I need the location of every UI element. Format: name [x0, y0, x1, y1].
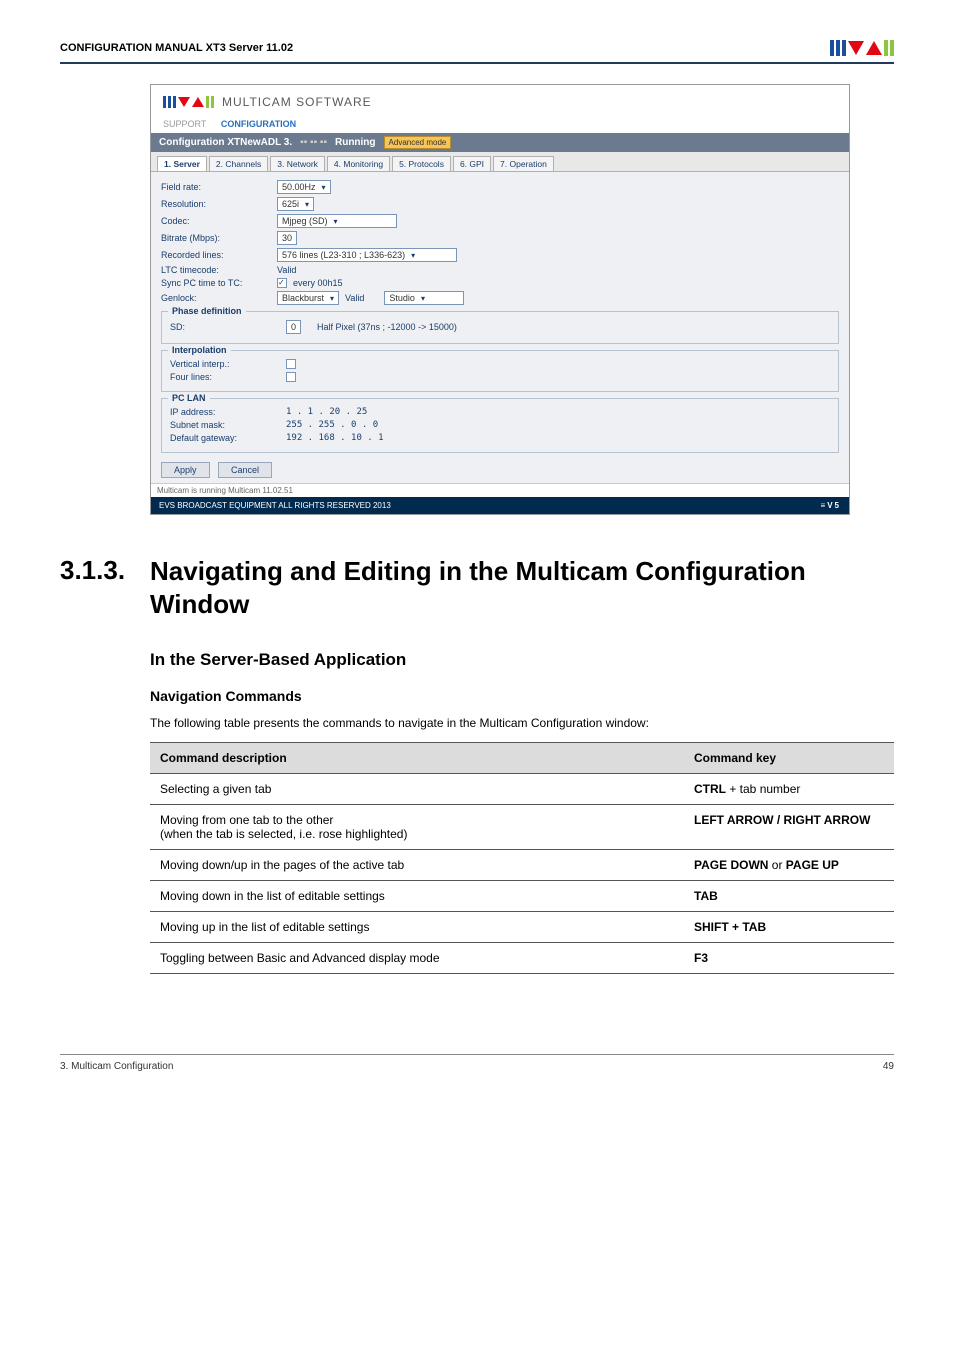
cancel-button[interactable]: Cancel [218, 462, 272, 478]
ltc-label: LTC timecode: [161, 265, 271, 275]
table-row: Selecting a given tab CTRL + tab number [150, 774, 894, 805]
commands-table: Command description Command key Selectin… [150, 742, 894, 974]
codec-select[interactable]: Mjpeg (SD) [277, 214, 397, 228]
vertical-interp-checkbox[interactable] [286, 359, 296, 369]
mask-value[interactable]: 255 . 255 . 0 . 0 [286, 420, 378, 430]
page-footer: 3. Multicam Configuration 49 [60, 1054, 894, 1072]
gw-value[interactable]: 192 . 168 . 10 . 1 [286, 433, 384, 443]
ip-label: IP address: [170, 407, 280, 417]
table-row: Toggling between Basic and Advanced disp… [150, 943, 894, 974]
pclan-group: PC LAN IP address:1 . 1 . 20 . 25 Subnet… [161, 398, 839, 453]
app-brand-text: MULTICAM SOFTWARE [222, 95, 372, 109]
syncpc-checkbox[interactable] [277, 278, 287, 288]
section-heading: 3.1.3. Navigating and Editing in the Mul… [60, 555, 894, 620]
genlock-select-1[interactable]: Blackburst [277, 291, 339, 305]
advanced-mode-button[interactable]: Advanced mode [384, 136, 452, 149]
manual-title: CONFIGURATION MANUAL XT3 Server 11.02 [60, 42, 293, 54]
mask-label: Subnet mask: [170, 420, 280, 430]
status-bar: Multicam is running Multicam 11.02.51 [151, 483, 849, 497]
col-desc: Command description [150, 743, 684, 774]
tab-gpi[interactable]: 6. GPI [453, 156, 491, 171]
apply-button[interactable]: Apply [161, 462, 210, 478]
config-title: Configuration XTNewADL 3. [159, 137, 292, 148]
genlock-select-2[interactable]: Studio [384, 291, 464, 305]
syncpc-value: every 00h15 [293, 278, 343, 288]
phase-group: Phase definition SD:0Half Pixel (37ns ; … [161, 311, 839, 344]
col-key: Command key [684, 743, 894, 774]
field-rate-label: Field rate: [161, 182, 271, 192]
footer-brand: ≡V5 [821, 501, 841, 510]
sd-hint: Half Pixel (37ns ; -12000 -> 15000) [317, 322, 457, 332]
resolution-label: Resolution: [161, 199, 271, 209]
ip-value[interactable]: 1 . 1 . 20 . 25 [286, 407, 367, 417]
ltc-value: Valid [277, 265, 296, 275]
four-lines-label: Four lines: [170, 372, 280, 382]
tab-channels[interactable]: 2. Channels [209, 156, 268, 171]
footer-page-number: 49 [883, 1061, 894, 1072]
resolution-select[interactable]: 625i [277, 197, 314, 211]
evs-small-logo-icon [163, 96, 214, 108]
sd-label: SD: [170, 322, 280, 332]
nav-commands-heading: Navigation Commands [150, 688, 894, 704]
tab-network[interactable]: 3. Network [270, 156, 325, 171]
recorded-lines-label: Recorded lines: [161, 250, 271, 260]
codec-label: Codec: [161, 216, 271, 226]
interpolation-group: Interpolation Vertical interp.: Four lin… [161, 350, 839, 392]
table-row: Moving down in the list of editable sett… [150, 881, 894, 912]
evs-logo-icon [830, 40, 894, 56]
subheading: In the Server-Based Application [150, 650, 894, 670]
running-label: Running [335, 137, 376, 148]
tab-server[interactable]: 1. Server [157, 156, 207, 171]
tab-protocols[interactable]: 5. Protocols [392, 156, 451, 171]
footer-copyright: EVS BROADCAST EQUIPMENT ALL RIGHTS RESER… [159, 501, 391, 510]
syncpc-label: Sync PC time to TC: [161, 278, 271, 288]
bitrate-input[interactable]: 30 [277, 231, 297, 245]
recorded-lines-select[interactable]: 576 lines (L23-310 ; L336-623) [277, 248, 457, 262]
section-number: 3.1.3. [60, 555, 150, 586]
nav-commands-intro: The following table presents the command… [150, 714, 894, 732]
tab-monitoring[interactable]: 4. Monitoring [327, 156, 390, 171]
crumb-configuration[interactable]: CONFIGURATION [221, 119, 296, 129]
tab-strip: 1. Server 2. Channels 3. Network 4. Moni… [151, 152, 849, 172]
genlock-label: Genlock: [161, 293, 271, 303]
section-title: Navigating and Editing in the Multicam C… [150, 555, 894, 620]
bitrate-label: Bitrate (Mbps): [161, 233, 271, 243]
tab-operation[interactable]: 7. Operation [493, 156, 554, 171]
vertical-interp-label: Vertical interp.: [170, 359, 280, 369]
page-header: CONFIGURATION MANUAL XT3 Server 11.02 [60, 40, 894, 64]
crumb-support[interactable]: SUPPORT [163, 119, 206, 129]
four-lines-checkbox[interactable] [286, 372, 296, 382]
table-row: Moving from one tab to the other (when t… [150, 805, 894, 850]
sd-input[interactable]: 0 [286, 320, 301, 334]
table-row: Moving up in the list of editable settin… [150, 912, 894, 943]
field-rate-select[interactable]: 50.00Hz [277, 180, 331, 194]
table-row: Moving down/up in the pages of the activ… [150, 850, 894, 881]
footer-left: 3. Multicam Configuration [60, 1061, 173, 1072]
genlock-valid: Valid [345, 293, 364, 303]
multicam-screenshot: MULTICAM SOFTWARE SUPPORT CONFIGURATION … [150, 84, 850, 515]
gw-label: Default gateway: [170, 433, 280, 443]
